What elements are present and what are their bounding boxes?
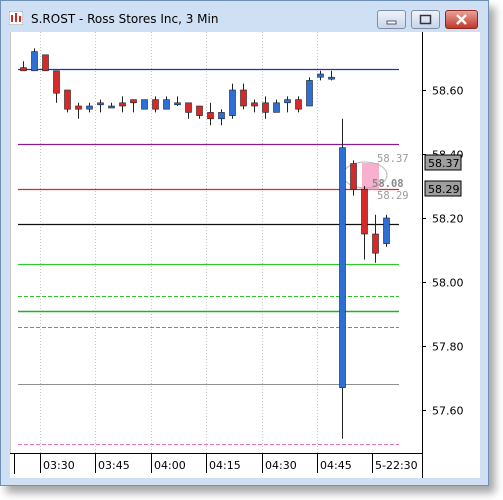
price-label-change: 58.08: [372, 178, 404, 190]
candle-body: [383, 217, 390, 244]
x-tick-label: 03:30: [43, 459, 75, 472]
candle-body: [218, 112, 225, 120]
grid: [40, 32, 318, 453]
candle-body: [196, 105, 203, 116]
candle-body: [207, 112, 214, 120]
price-box-lower-label: 58.29: [428, 183, 460, 196]
candle-body: [229, 89, 236, 116]
x-tick-label: 03:45: [98, 459, 130, 472]
x-tick-label: 04:45: [320, 459, 352, 472]
candle-body: [328, 76, 335, 80]
candle-body: [163, 99, 170, 110]
candle-body: [251, 102, 258, 107]
candle-body: [141, 99, 148, 110]
candle-body: [240, 89, 247, 107]
candlestick-chart[interactable]: 03:30 03:45 04:00 04:15 04:30 04:45 5-22:30 58…: [10, 32, 480, 478]
app-icon: [9, 11, 23, 25]
y-tick-label: 58.60: [432, 85, 464, 98]
y-axis-ticks: 58.6058.4058.2058.0057.8057.60: [422, 85, 464, 418]
candle-body: [372, 233, 379, 254]
candle-body: [273, 102, 280, 113]
candle-body: [97, 102, 104, 106]
x-tick-label: 5-22:30: [375, 459, 418, 472]
y-tick-label: 58.00: [432, 277, 464, 290]
candle-body: [306, 80, 313, 107]
candle-body: [361, 188, 368, 235]
candle-body: [42, 54, 49, 72]
candle-body: [20, 67, 27, 72]
candle-body: [53, 70, 60, 94]
price-box-upper-label: 58.37: [428, 157, 460, 170]
candle-body: [64, 89, 71, 110]
candle-body: [185, 102, 192, 113]
y-tick-label: 58.20: [432, 213, 464, 226]
candle-body: [262, 102, 269, 113]
close-icon: [456, 14, 467, 25]
close-button[interactable]: [445, 10, 478, 29]
chart-window: S.ROST - Ross Stores Inc, 3 Min 03:30 03:…: [0, 0, 489, 486]
candle-body: [317, 73, 324, 78]
minimize-icon: [386, 20, 397, 25]
maximize-icon: [419, 14, 432, 25]
chart-area[interactable]: 03:30 03:45 04:00 04:15 04:30 04:45 5-22:30 58…: [10, 32, 480, 478]
candle-body: [284, 99, 291, 104]
candle-body: [108, 105, 115, 109]
candle-body: [350, 163, 357, 190]
candle-body: [152, 99, 159, 110]
window-title: S.ROST - Ross Stores Inc, 3 Min: [31, 12, 219, 26]
candle-body: [339, 147, 346, 388]
candle-body: [174, 102, 181, 106]
candle-body: [75, 105, 82, 110]
price-label-upper: 58.37: [377, 153, 409, 165]
x-tick-label: 04:15: [209, 459, 241, 472]
price-label-lower: 58.29: [377, 190, 409, 202]
candle-body: [31, 51, 38, 72]
title-bar[interactable]: S.ROST - Ross Stores Inc, 3 Min: [1, 1, 488, 31]
candle-body: [295, 99, 302, 110]
maximize-button[interactable]: [411, 10, 440, 29]
candle-body: [86, 105, 93, 110]
x-tick-label: 04:00: [154, 459, 186, 472]
minimize-button[interactable]: [377, 10, 406, 29]
y-tick-label: 57.60: [432, 405, 464, 418]
y-tick-label: 57.80: [432, 341, 464, 354]
candles: [20, 48, 390, 439]
candle-body: [130, 99, 137, 104]
candle-body: [119, 102, 126, 107]
x-tick-label: 04:30: [265, 459, 297, 472]
